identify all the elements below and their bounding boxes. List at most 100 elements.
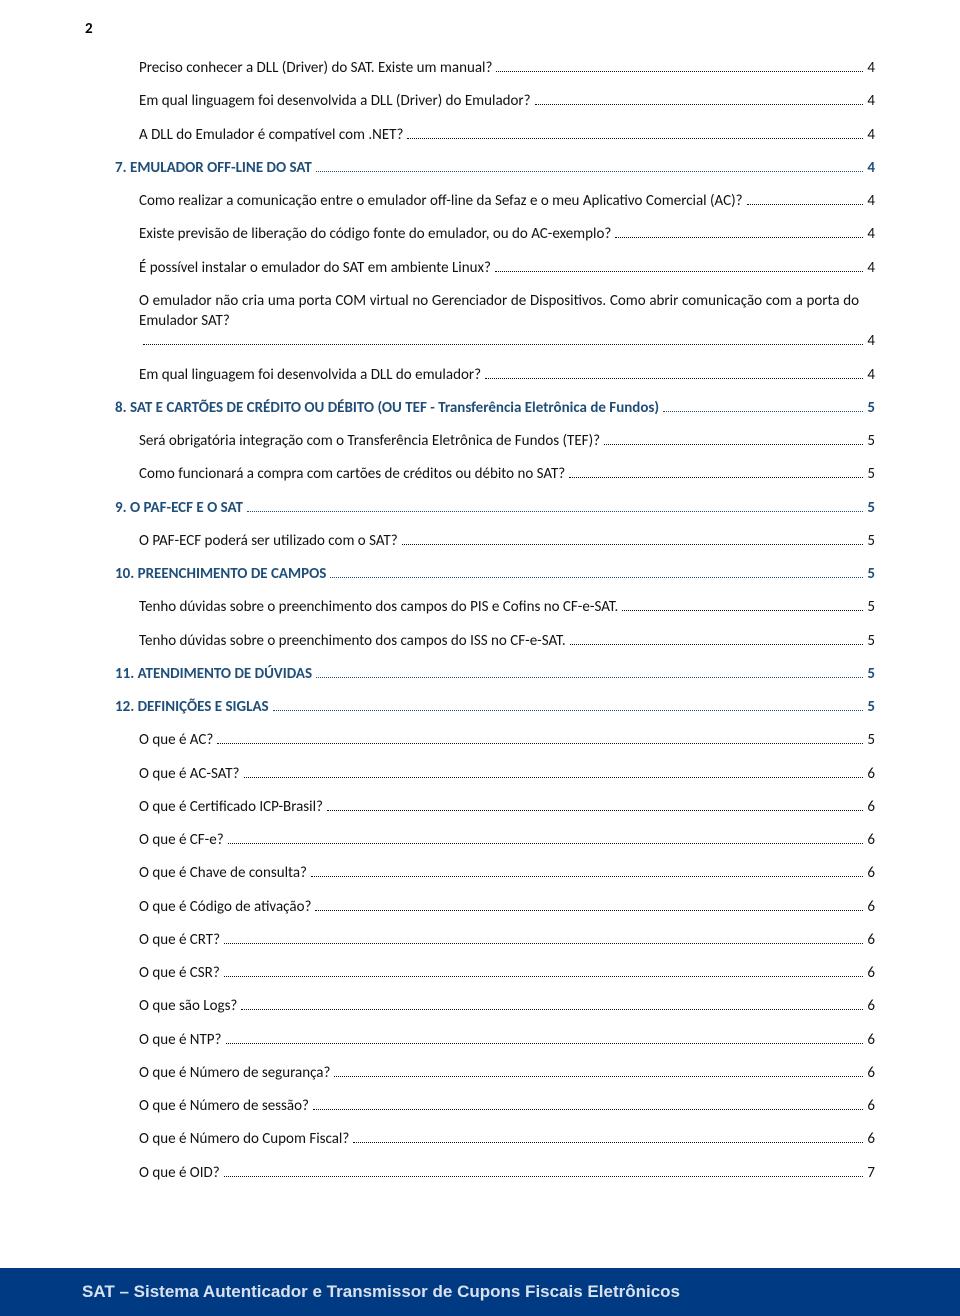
toc-leader — [228, 831, 864, 845]
toc-page-number: 5 — [867, 564, 875, 584]
document-page: 2 Preciso conhecer a DLL (Driver) do SAT… — [0, 0, 960, 1316]
toc-text: 8. SAT E CARTÕES DE CRÉDITO OU DÉBITO (O… — [115, 398, 659, 418]
toc-text: O que é AC-SAT? — [139, 764, 240, 784]
toc-entry[interactable]: Preciso conhecer a DLL (Driver) do SAT. … — [115, 58, 875, 78]
toc-leader — [327, 797, 863, 811]
toc-entry[interactable]: É possível instalar o emulador do SAT em… — [115, 258, 875, 278]
toc-section[interactable]: 7. EMULADOR OFF-LINE DO SAT 4 — [115, 158, 875, 178]
toc-section[interactable]: 11. ATENDIMENTO DE DÚVIDAS 5 — [115, 664, 875, 684]
toc-page-number: 6 — [867, 1063, 875, 1083]
toc-page-number: 4 — [867, 58, 875, 78]
toc-section[interactable]: 12. DEFINIÇÕES E SIGLAS5 — [115, 697, 875, 717]
footer-bar: SAT – Sistema Autenticador e Transmissor… — [0, 1268, 960, 1316]
toc-entry[interactable]: O que é Chave de consulta? 6 — [115, 863, 875, 883]
toc-leader — [217, 731, 863, 745]
toc-entry[interactable]: Será obrigatória integração com o Transf… — [115, 431, 875, 451]
toc-entry[interactable]: Tenho dúvidas sobre o preenchimento dos … — [115, 631, 875, 651]
toc-text: O que é Código de ativação? — [139, 897, 311, 917]
toc-entry[interactable]: O que é OID?7 — [115, 1163, 875, 1183]
toc-entry[interactable]: O que é AC?5 — [115, 730, 875, 750]
toc-entry[interactable]: Como funcionará a compra com cartões de … — [115, 464, 875, 484]
toc-entry[interactable]: O que é Certificado ICP-Brasil?6 — [115, 797, 875, 817]
toc-entry[interactable]: O que são Logs? 6 — [115, 996, 875, 1016]
toc-leader — [495, 258, 863, 272]
toc-page-number: 4 — [867, 365, 875, 385]
toc-section[interactable]: 8. SAT E CARTÕES DE CRÉDITO OU DÉBITO (O… — [115, 398, 875, 418]
toc-leader — [622, 598, 863, 612]
toc-text: 10. PREENCHIMENTO DE CAMPOS — [115, 564, 326, 584]
toc-entry[interactable]: O que é NTP?6 — [115, 1030, 875, 1050]
toc-entry[interactable]: O que é Número do Cupom Fiscal? 6 — [115, 1129, 875, 1149]
toc-page-number: 6 — [867, 897, 875, 917]
toc-page-number: 5 — [867, 431, 875, 451]
toc-leader — [311, 864, 863, 878]
page-number: 2 — [85, 20, 875, 38]
toc-leader — [485, 365, 863, 379]
toc-page-number: 6 — [867, 996, 875, 1016]
toc-text: 9. O PAF-ECF E O SAT — [115, 498, 243, 518]
toc-leader — [604, 432, 863, 446]
toc-section[interactable]: 10. PREENCHIMENTO DE CAMPOS 5 — [115, 564, 875, 584]
toc-page-number: 6 — [867, 930, 875, 950]
toc-text: O que é CSR? — [139, 963, 220, 983]
toc-entry[interactable]: O que é CSR?6 — [115, 963, 875, 983]
toc-page-number: 4 — [867, 125, 875, 145]
toc-leader — [570, 631, 864, 645]
toc-entry[interactable]: O que é Número de sessão?6 — [115, 1096, 875, 1116]
toc-entry[interactable]: O que é CF-e?6 — [115, 830, 875, 850]
toc-text: O que é Número de segurança? — [139, 1063, 330, 1083]
toc-leader — [247, 498, 864, 512]
toc-page-number: 4 — [867, 158, 875, 178]
toc-text: O que é CF-e? — [139, 830, 224, 850]
toc-text: A DLL do Emulador é compatível com .NET? — [139, 125, 403, 145]
toc-leader — [353, 1130, 863, 1144]
toc-text: Em qual linguagem foi desenvolvida a DLL… — [139, 365, 481, 385]
toc-leader — [241, 997, 863, 1011]
toc-entry[interactable]: O que é CRT? 6 — [115, 930, 875, 950]
toc-leader — [273, 698, 864, 712]
toc-leader — [747, 192, 864, 206]
toc-text: O que são Logs? — [139, 996, 237, 1016]
toc-leader — [407, 125, 863, 139]
toc-entry[interactable]: O que é AC-SAT?6 — [115, 764, 875, 784]
toc-leader — [569, 465, 863, 479]
toc-section[interactable]: 9. O PAF-ECF E O SAT 5 — [115, 498, 875, 518]
toc-text: O que é OID? — [139, 1163, 220, 1183]
toc-entry[interactable]: A DLL do Emulador é compatível com .NET?… — [115, 125, 875, 145]
toc-entry[interactable]: Existe previsão de liberação do código f… — [115, 224, 875, 244]
toc-text: 11. ATENDIMENTO DE DÚVIDAS — [115, 664, 312, 684]
toc-page-number: 5 — [867, 597, 875, 617]
toc-text: O que é Número do Cupom Fiscal? — [139, 1129, 349, 1149]
toc-text: Preciso conhecer a DLL (Driver) do SAT. … — [139, 58, 492, 78]
toc-entry[interactable]: O emulador não cria uma porta COM virtua… — [115, 291, 875, 352]
toc-entry[interactable]: O PAF-ECF poderá ser utilizado com o SAT… — [115, 531, 875, 551]
toc-leader — [615, 225, 863, 239]
toc-page-number: 5 — [867, 464, 875, 484]
toc-text: O emulador não cria uma porta COM virtua… — [139, 291, 859, 332]
toc-text: Como realizar a comunicação entre o emul… — [139, 191, 743, 211]
footer-text: SAT – Sistema Autenticador e Transmissor… — [82, 1282, 680, 1302]
toc-page-number: 6 — [867, 1129, 875, 1149]
toc-page-number: 5 — [867, 498, 875, 518]
toc-entry[interactable]: O que é Código de ativação? 6 — [115, 897, 875, 917]
toc-page-number: 5 — [867, 664, 875, 684]
toc-entry[interactable]: Tenho dúvidas sobre o preenchimento dos … — [115, 597, 875, 617]
toc-text: O que é Chave de consulta? — [139, 863, 307, 883]
toc-leader — [316, 664, 863, 678]
toc-text: 7. EMULADOR OFF-LINE DO SAT — [115, 158, 312, 178]
toc-leader — [226, 1030, 864, 1044]
toc-page-number: 4 — [867, 91, 875, 111]
table-of-contents: Preciso conhecer a DLL (Driver) do SAT. … — [115, 58, 875, 1183]
toc-text: O que é CRT? — [139, 930, 220, 950]
toc-entry[interactable]: Como realizar a comunicação entre o emul… — [115, 191, 875, 211]
toc-text: Tenho dúvidas sobre o preenchimento dos … — [139, 597, 618, 617]
toc-entry[interactable]: O que é Número de segurança? 6 — [115, 1063, 875, 1083]
toc-leader — [224, 1163, 864, 1177]
toc-leader — [535, 92, 864, 106]
toc-text: Como funcionará a compra com cartões de … — [139, 464, 565, 484]
toc-entry[interactable]: Em qual linguagem foi desenvolvida a DLL… — [115, 91, 875, 111]
toc-leader — [330, 565, 863, 579]
toc-page-number: 6 — [867, 863, 875, 883]
toc-entry[interactable]: Em qual linguagem foi desenvolvida a DLL… — [115, 365, 875, 385]
toc-leader — [143, 332, 863, 346]
